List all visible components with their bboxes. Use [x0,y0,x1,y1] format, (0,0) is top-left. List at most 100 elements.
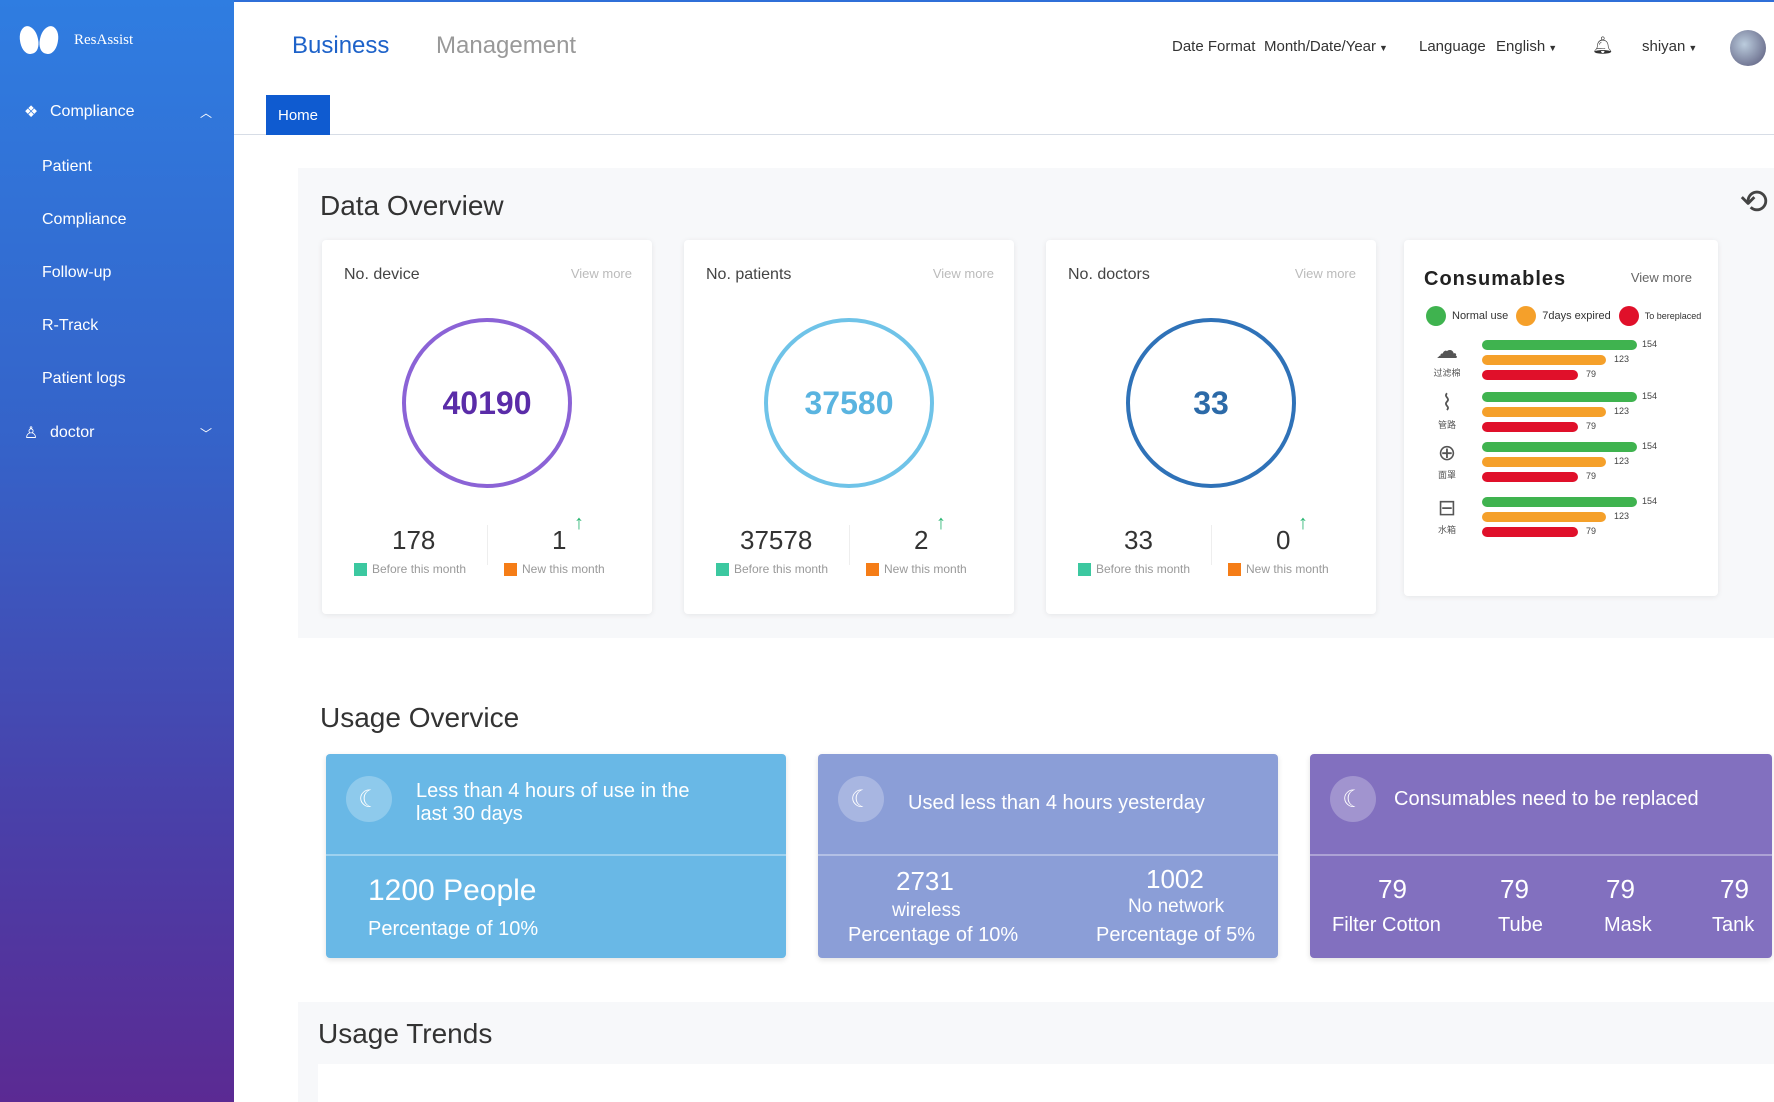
sidebar-group-doctor[interactable]: ♙ doctor ﹀ [0,405,234,461]
sidebar-item-label: Follow-up [42,263,112,281]
bar-value: 154 [1642,496,1658,506]
legend-label: Before this month [372,562,467,576]
language-select[interactable]: English ▼ [1496,38,1557,55]
stat-card-patients: No. patients View more 37580 37578 2 ↑ B… [684,240,1014,614]
usage-card-heading: Used less than 4 hours yesterday [908,792,1205,814]
filter-cotton-label: Filter Cotton [1332,914,1441,936]
usage-card-heading: Less than 4 hours of use in the last 30 … [416,780,690,825]
before-month-value: 37578 [740,525,813,555]
bar-normal [1482,442,1637,452]
tab-management[interactable]: Management [436,32,576,60]
legend-swatch [716,562,729,576]
sidebar: ResAssist ❖ Compliance ︿ Patient Complia… [0,0,234,1102]
logo-text: ResAssist [74,31,134,48]
total-ring: 33 [1126,318,1296,488]
arrow-up-icon: ↑ [1298,512,1308,534]
usage-trends-chart-area [318,1064,1774,1102]
usage-clock-icon: ☾ [838,776,884,822]
arrow-up-icon: ↑ [574,512,584,534]
usage-card-yesterday[interactable]: ☾ Used less than 4 hours yesterday 2731 … [818,754,1278,958]
user-menu[interactable]: shiyan ▼ [1642,38,1697,55]
divider [849,525,850,565]
tube-icon: ⌇ [1441,390,1453,415]
consumable-row: ⊟ 水箱 154 123 79 [1432,495,1692,551]
before-month-value: 178 [392,525,436,555]
view-more-link[interactable]: View more [1295,266,1356,281]
bar-expired [1482,512,1606,522]
wireless-value: 2731 [896,866,954,896]
no-network-value: 1002 [1146,864,1204,894]
legend-label: New this month [522,562,605,576]
view-more-link[interactable]: View more [571,266,632,281]
before-month-value: 33 [1124,525,1153,555]
filter-cotton-value: 79 [1378,874,1407,904]
bar-value: 123 [1614,511,1630,521]
no-network-percentage: Percentage of 5% [1096,924,1255,946]
usage-card-consumables[interactable]: ☾ Consumables need to be replaced 79 Fil… [1310,754,1772,958]
sidebar-item-compliance[interactable]: Compliance [0,193,234,246]
caret-down-icon: ▼ [1548,43,1558,53]
legend-label: New this month [1246,562,1329,576]
diamond-icon: ❖ [23,104,39,121]
legend-before: Before this month [1078,562,1190,576]
refresh-icon[interactable]: ⟲ [1740,182,1769,222]
date-format-label: Date Format [1172,38,1256,55]
consumables-card: Consumables View more Normal use 7days e… [1404,240,1718,596]
sidebar-item-r-track[interactable]: R-Track [0,299,234,352]
usage-percentage: Percentage of 10% [368,918,539,940]
lungs-logo-icon [17,22,61,58]
date-format-select[interactable]: Month/Date/Year ▼ [1264,38,1388,55]
view-more-link[interactable]: View more [1631,270,1692,285]
bar-replace [1482,527,1578,537]
sidebar-item-follow-up[interactable]: Follow-up [0,246,234,299]
legend-swatch [1426,306,1446,326]
consumable-row: ⌇ 管路 154 123 79 [1432,390,1692,446]
bar-normal [1482,497,1637,507]
tube-value: 79 [1500,874,1529,904]
usage-card-low-30-days[interactable]: ☾ Less than 4 hours of use in the last 3… [326,754,786,958]
new-month-value: 2 [914,525,929,555]
sidebar-item-label: Compliance [42,210,127,228]
bar-value: 123 [1614,406,1630,416]
bar-value: 123 [1614,354,1630,364]
caret-down-icon: ▼ [1688,43,1698,53]
consumable-caption: 过滤棉 [1433,368,1461,378]
new-month-value: 0 [1276,525,1291,555]
chevron-down-icon: ﹀ [199,426,212,441]
consumable-caption: 管路 [1437,420,1456,430]
caret-down-icon: ▼ [1379,43,1388,53]
bar-value: 79 [1586,369,1597,379]
language-label: Language [1419,38,1486,55]
wireless-percentage: Percentage of 10% [848,924,1019,946]
avatar[interactable] [1730,30,1766,66]
view-more-link[interactable]: View more [933,266,994,281]
tank-value: 79 [1720,874,1749,904]
new-month-value: 1 [552,525,567,555]
legend-label: 7days expired [1542,310,1611,322]
section-title: Usage Overvice [320,702,520,733]
legend-swatch [1618,306,1639,326]
usage-trends-panel: Usage Trends [298,1002,1774,1102]
sidebar-group-compliance[interactable]: ❖ Compliance ︿ [0,84,234,140]
bell-icon[interactable]: 🔔︎ [1592,36,1614,56]
sidebar-item-label: R-Track [42,316,99,334]
consumable-row: ☁︎ 过滤棉 154 123 79 [1432,338,1692,394]
mask-label: Mask [1604,914,1652,936]
logo[interactable]: ResAssist [0,0,234,80]
user-name: shiyan [1642,38,1686,55]
usage-clock-icon: ☾ [1330,776,1376,822]
sidebar-group-label: doctor [50,424,95,441]
tab-business[interactable]: Business [292,32,389,60]
tank-icon: ⊟ [1437,495,1457,520]
bar-value: 123 [1614,456,1630,466]
legend-label: To bereplaced [1644,311,1702,321]
mask-value: 79 [1606,874,1635,904]
consumables-legend: Normal use 7days expired To bereplaced [1426,306,1701,326]
sidebar-item-patient-logs[interactable]: Patient logs [0,352,234,405]
bar-replace [1482,422,1578,432]
consumable-caption: 面罩 [1437,470,1456,480]
legend-label: Before this month [1096,562,1191,576]
sidebar-item-patient[interactable]: Patient [0,140,234,193]
tab-home[interactable]: Home [266,95,330,135]
divider [1211,525,1212,565]
